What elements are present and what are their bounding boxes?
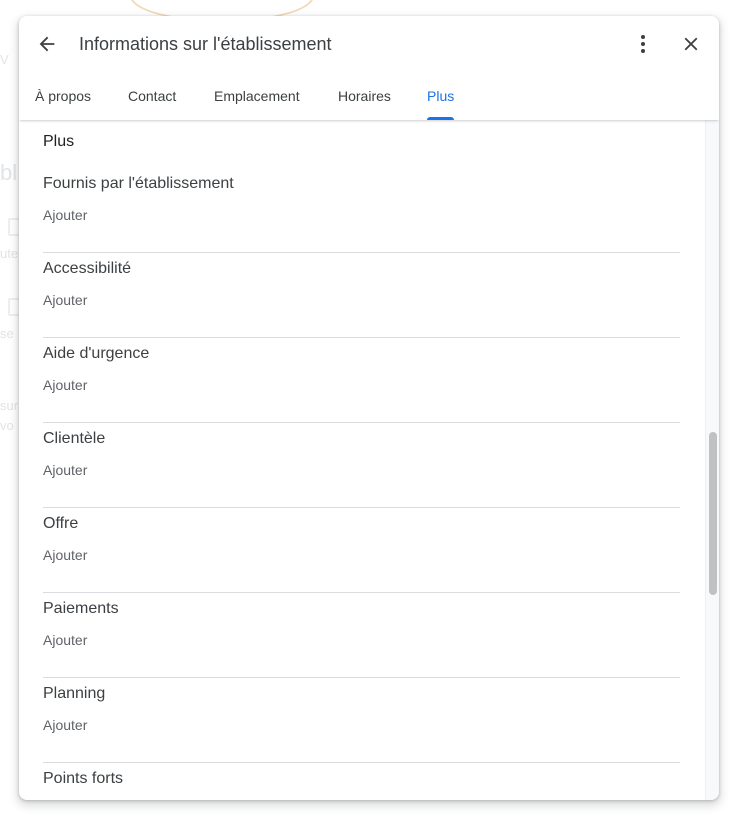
attribute-item-fournis[interactable]: Fournis par l'établissement Ajouter — [43, 168, 680, 253]
background-text-fragment: ute — [0, 246, 19, 261]
add-link[interactable]: Ajouter — [43, 291, 87, 309]
background-text-fragment: se — [0, 326, 14, 341]
section-title: Plus — [43, 133, 75, 150]
dialog-header: Informations sur l'établissement À propo… — [19, 16, 719, 120]
active-tab-indicator — [427, 117, 455, 120]
dialog-title: Informations sur l'établissement — [79, 34, 332, 54]
tab-label: Emplacement — [214, 88, 300, 104]
attribute-label: Paiements — [43, 600, 119, 617]
back-button[interactable] — [33, 30, 61, 58]
add-link[interactable]: Ajouter — [43, 716, 87, 734]
add-link[interactable]: Ajouter — [43, 376, 87, 394]
tab-a-propos[interactable]: À propos — [35, 80, 91, 120]
attribute-item-points-forts[interactable]: Points forts — [43, 763, 680, 800]
attribute-item-accessibilite[interactable]: Accessibilité Ajouter — [43, 253, 680, 338]
tab-horaires[interactable]: Horaires — [338, 80, 391, 120]
tab-emplacement[interactable]: Emplacement — [214, 80, 300, 120]
attribute-item-clientele[interactable]: Clientèle Ajouter — [43, 423, 680, 508]
tab-label: Plus — [427, 88, 455, 104]
close-button[interactable] — [677, 30, 705, 58]
business-info-dialog: Informations sur l'établissement À propo… — [19, 16, 719, 800]
scrollbar[interactable] — [705, 120, 719, 800]
attribute-label: Clientèle — [43, 430, 106, 447]
tab-bar: À propos Contact Emplacement Horaires Pl… — [19, 80, 719, 120]
add-link[interactable]: Ajouter — [43, 546, 87, 564]
attribute-item-planning[interactable]: Planning Ajouter — [43, 678, 680, 763]
attribute-label: Aide d'urgence — [43, 345, 150, 362]
attribute-label: Accessibilité — [43, 260, 132, 277]
close-icon — [684, 37, 698, 51]
tab-label: À propos — [35, 88, 92, 104]
tab-contact[interactable]: Contact — [128, 80, 176, 120]
attribute-list: Fournis par l'établissement Ajouter Acce… — [43, 168, 680, 800]
background-text-fragment: V — [0, 52, 9, 67]
attribute-label: Planning — [43, 685, 106, 702]
background-text-fragment: bl — [0, 160, 18, 185]
attribute-item-aide-urgence[interactable]: Aide d'urgence Ajouter — [43, 338, 680, 423]
tab-label: Contact — [128, 88, 177, 104]
add-link[interactable]: Ajouter — [43, 461, 87, 479]
attribute-item-offre[interactable]: Offre Ajouter — [43, 508, 680, 593]
scrollbar-thumb[interactable] — [709, 432, 717, 595]
add-link[interactable]: Ajouter — [43, 631, 87, 649]
background-text-fragment: vo — [0, 418, 14, 433]
add-link[interactable]: Ajouter — [43, 206, 87, 224]
more-vert-icon — [641, 35, 645, 53]
attribute-label: Points forts — [43, 770, 124, 787]
dialog-content: Plus Fournis par l'établissement Ajouter… — [19, 120, 705, 800]
more-options-button[interactable] — [631, 30, 655, 58]
background-text-fragment: sur — [0, 398, 19, 413]
attribute-item-paiements[interactable]: Paiements Ajouter — [43, 593, 680, 678]
arrow-back-icon — [39, 36, 55, 52]
attribute-label: Offre — [43, 515, 79, 532]
tab-plus[interactable]: Plus — [427, 80, 455, 120]
tab-label: Horaires — [338, 88, 391, 104]
attribute-label: Fournis par l'établissement — [43, 175, 234, 192]
